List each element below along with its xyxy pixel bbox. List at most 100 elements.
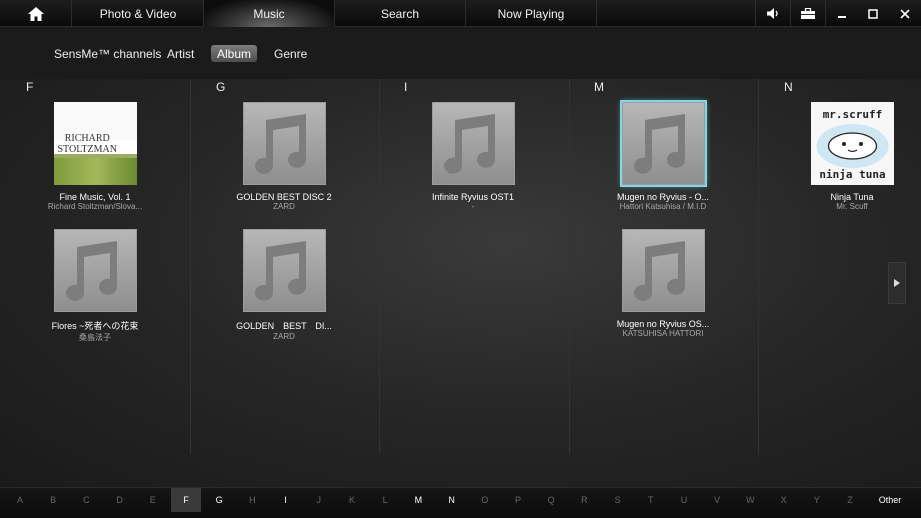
tab-now-playing[interactable]: Now Playing: [466, 0, 597, 27]
album-tile[interactable]: Flores ~死者への花束 桑島法子: [30, 229, 160, 343]
music-note-icon: [66, 240, 117, 301]
music-note-icon: [255, 113, 306, 174]
alphabet-letter-i[interactable]: I: [271, 488, 301, 512]
album-cover: mr.scruff ninja tuna: [810, 102, 894, 185]
alphabet-jump-bar: A B C D E F G H I J K L M N O P Q R S T U V W X Y Z Other: [0, 487, 921, 518]
speaker-icon: [766, 8, 778, 19]
toolbox-icon: [801, 8, 815, 19]
album-cover: [53, 229, 137, 312]
music-sub-navigation: SensMe™ channels Artist Album Genre: [0, 27, 921, 79]
album-title: Mugen no Ryvius - O...: [616, 192, 710, 202]
subtab-album[interactable]: Album: [211, 45, 258, 62]
alphabet-letter-p[interactable]: P: [503, 488, 533, 512]
alphabet-letter-h[interactable]: H: [237, 488, 267, 512]
tab-search[interactable]: Search: [335, 0, 466, 27]
alphabet-letter-o[interactable]: O: [470, 488, 500, 512]
album-tile[interactable]: Infinite Ryvius OST1 -: [408, 102, 538, 211]
album-title: Ninja Tuna: [830, 192, 874, 202]
next-page-button[interactable]: [888, 262, 906, 304]
album-title: Fine Music, Vol. 1: [59, 192, 131, 202]
close-button[interactable]: [889, 0, 921, 27]
alphabet-letter-y[interactable]: Y: [802, 488, 832, 512]
column-letter: G: [216, 80, 226, 94]
album-artist: ZARD: [273, 202, 295, 211]
alphabet-letter-x[interactable]: X: [769, 488, 799, 512]
album-artist: ZARD: [273, 332, 295, 341]
alphabet-letter-q[interactable]: Q: [536, 488, 566, 512]
album-tile[interactable]: mr.scruff ninja tuna Ninja Tuna Mr. Scuf…: [787, 102, 917, 211]
tab-photo-video[interactable]: Photo & Video: [73, 0, 204, 27]
alphabet-letter-a[interactable]: A: [5, 488, 35, 512]
album-artist: Richard Stoltzman/Slova...: [47, 202, 143, 211]
tools-button[interactable]: [790, 0, 825, 27]
album-grid: F G I M N RICHARD STOLTZMAN Fine Music, …: [0, 79, 921, 487]
subtab-genre[interactable]: Genre: [268, 45, 313, 62]
album-tile-selected[interactable]: Mugen no Ryvius - O... Hattori Katsuhisa…: [598, 100, 728, 211]
minimize-button[interactable]: [825, 0, 857, 27]
album-artist: -: [471, 202, 475, 211]
alphabet-letter-s[interactable]: S: [603, 488, 633, 512]
album-cover: [619, 100, 707, 187]
close-icon: [900, 8, 910, 19]
music-note-icon: [634, 240, 685, 301]
album-art-image: RICHARD STOLTZMAN: [53, 102, 137, 185]
alphabet-letter-z[interactable]: Z: [835, 488, 865, 512]
cover-text: mr.scruff: [822, 108, 882, 121]
column-divider: [758, 79, 759, 454]
album-cover: [242, 102, 326, 185]
album-tile[interactable]: Mugen no Ryvius OS... KATSUHISA HATTORI: [598, 229, 728, 338]
chevron-right-icon: [894, 279, 900, 287]
album-artist: Mr. Scuff: [836, 202, 868, 211]
alphabet-letter-g[interactable]: G: [204, 488, 234, 512]
alphabet-letter-f[interactable]: F: [171, 488, 201, 512]
tab-music[interactable]: Music: [204, 0, 335, 27]
album-cover: [242, 229, 326, 312]
minimize-icon: [837, 15, 846, 18]
music-note-icon: [255, 240, 306, 301]
album-title: Mugen no Ryvius OS...: [616, 319, 710, 329]
alphabet-letter-j[interactable]: J: [304, 488, 334, 512]
alphabet-letter-k[interactable]: K: [337, 488, 367, 512]
alphabet-letter-t[interactable]: T: [636, 488, 666, 512]
music-note-icon: [634, 113, 685, 174]
cover-text: ninja tuna: [819, 168, 885, 181]
column-letter: N: [784, 80, 793, 94]
album-tile[interactable]: GOLDEN BEST DI... ZARD: [219, 229, 349, 341]
alphabet-letter-d[interactable]: D: [105, 488, 135, 512]
alphabet-letter-c[interactable]: C: [71, 488, 101, 512]
alphabet-letter-n[interactable]: N: [437, 488, 467, 512]
album-tile[interactable]: RICHARD STOLTZMAN Fine Music, Vol. 1 Ric…: [30, 102, 160, 211]
album-cover: [431, 102, 515, 185]
album-tile[interactable]: GOLDEN BEST DISC 2 ZARD: [219, 102, 349, 211]
home-button[interactable]: [0, 0, 72, 27]
alphabet-letter-u[interactable]: U: [669, 488, 699, 512]
alphabet-letter-w[interactable]: W: [735, 488, 765, 512]
alphabet-letter-e[interactable]: E: [138, 488, 168, 512]
alphabet-letter-b[interactable]: B: [38, 488, 68, 512]
maximize-button[interactable]: [857, 0, 889, 27]
subtab-artist[interactable]: Artist: [161, 45, 200, 62]
alphabet-letter-v[interactable]: V: [702, 488, 732, 512]
subtab-sensme-channels[interactable]: SensMe™ channels: [48, 45, 167, 62]
alphabet-letter-m[interactable]: M: [403, 488, 433, 512]
column-letter: M: [594, 80, 604, 94]
alphabet-letter-r[interactable]: R: [569, 488, 599, 512]
album-artist: 桑島法子: [79, 333, 111, 342]
alphabet-letter-other[interactable]: Other: [870, 488, 910, 512]
top-navigation-bar: Photo & Video Music Search Now Playing: [0, 0, 921, 27]
column-divider: [379, 79, 380, 454]
album-title: Infinite Ryvius OST1: [431, 192, 515, 202]
album-art-image: mr.scruff ninja tuna: [810, 102, 894, 185]
album-cover: RICHARD STOLTZMAN: [53, 102, 137, 185]
cover-text: RICHARD: [64, 133, 110, 144]
alphabet-letter-l[interactable]: L: [370, 488, 400, 512]
album-title: GOLDEN BEST DISC 2: [236, 192, 332, 202]
album-artist: Hattori Katsuhisa / M.I.D: [619, 202, 707, 211]
column-divider: [569, 79, 570, 454]
mr-scruff-cover-art: mr.scruff ninja tuna: [810, 102, 894, 185]
column-letter: F: [26, 80, 34, 94]
album-title: Flores ~死者への花束: [51, 321, 139, 331]
music-note-icon: [444, 113, 495, 174]
maximize-icon: [868, 8, 878, 19]
volume-button[interactable]: [755, 0, 790, 27]
